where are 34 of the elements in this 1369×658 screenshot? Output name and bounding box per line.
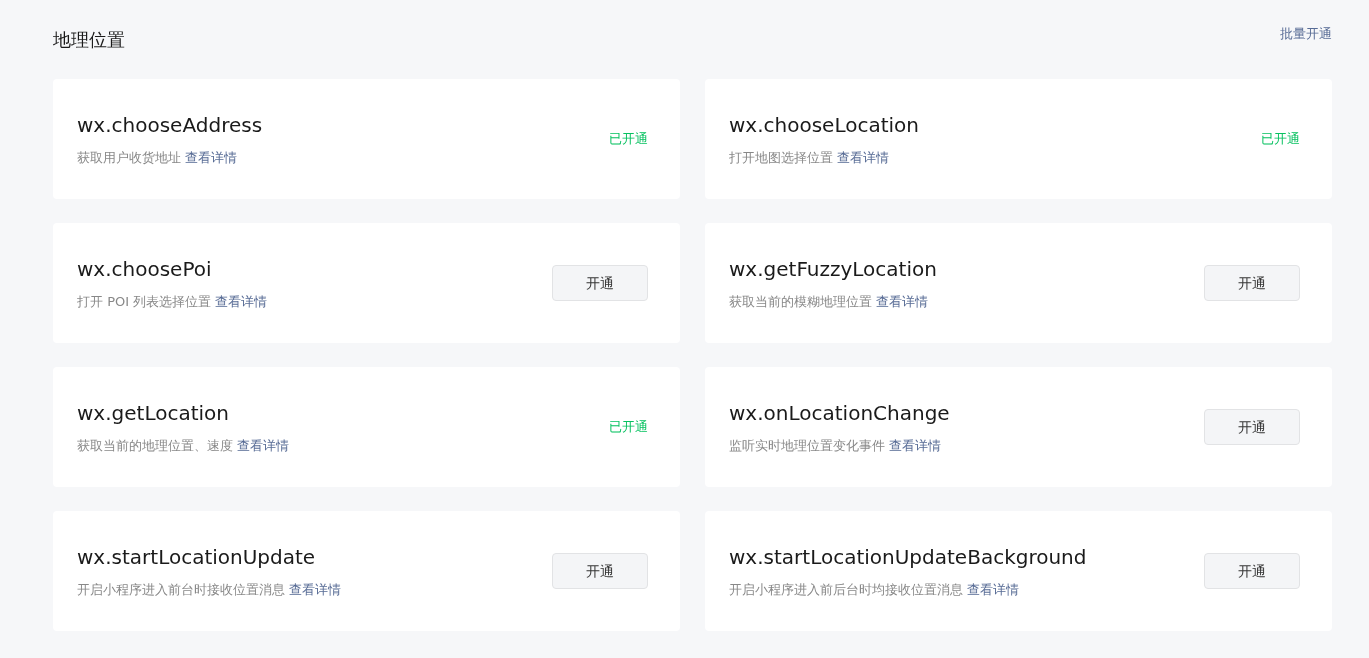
bulk-enable-link[interactable]: 批量开通: [1280, 24, 1332, 44]
api-name: wx.getLocation: [77, 400, 230, 428]
enable-button[interactable]: 开通: [1204, 265, 1300, 301]
api-description: 获取用户收货地址 查看详情: [77, 149, 239, 168]
enable-button[interactable]: 开通: [552, 265, 648, 301]
api-description: 打开 POI 列表选择位置 查看详情: [77, 293, 268, 312]
details-link[interactable]: 查看详情: [876, 294, 929, 310]
api-description: 监听实时地理位置变化事件 查看详情: [729, 437, 943, 456]
details-link[interactable]: 查看详情: [967, 582, 1020, 598]
details-link[interactable]: 查看详情: [289, 582, 342, 598]
api-description: 打开地图选择位置 查看详情: [729, 149, 891, 168]
api-name: wx.chooseAddress: [77, 112, 263, 140]
details-link[interactable]: 查看详情: [237, 438, 290, 454]
enabled-status: 已开通: [609, 418, 648, 437]
details-link[interactable]: 查看详情: [215, 294, 268, 310]
enable-button[interactable]: 开通: [1204, 553, 1300, 589]
api-name: wx.onLocationChange: [729, 400, 950, 428]
api-name: wx.chooseLocation: [729, 112, 919, 140]
enable-button[interactable]: 开通: [552, 553, 648, 589]
api-description: 获取当前的地理位置、速度 查看详情: [77, 437, 290, 456]
api-description: 开启小程序进入前后台时均接收位置消息 查看详情: [729, 581, 1021, 600]
api-name: wx.getFuzzyLocation: [729, 256, 937, 284]
enable-button[interactable]: 开通: [1204, 409, 1300, 445]
details-link[interactable]: 查看详情: [837, 150, 890, 166]
enabled-status: 已开通: [609, 130, 648, 149]
api-name: wx.startLocationUpdateBackground: [729, 544, 1087, 572]
details-link[interactable]: 查看详情: [185, 150, 238, 166]
details-link[interactable]: 查看详情: [889, 438, 942, 454]
section-title: 地理位置: [53, 28, 125, 52]
api-description: 开启小程序进入前台时接收位置消息 查看详情: [77, 581, 342, 600]
api-name: wx.startLocationUpdate: [77, 544, 317, 572]
api-description: 获取当前的模糊地理位置 查看详情: [729, 293, 930, 312]
api-name: wx.choosePoi: [77, 256, 213, 284]
enabled-status: 已开通: [1261, 130, 1300, 149]
